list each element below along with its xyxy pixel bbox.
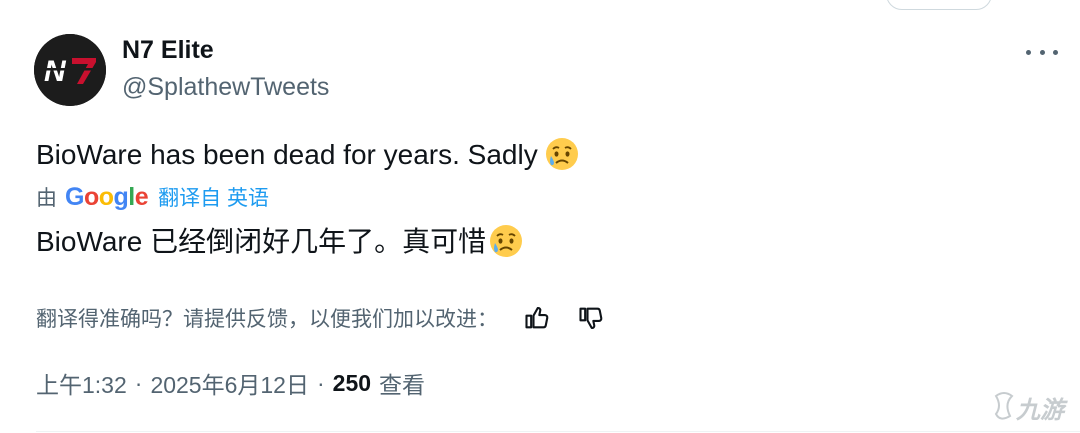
- sad-relieved-face-icon: [545, 138, 578, 170]
- meta-separator: ·: [316, 369, 325, 396]
- watermark: 九游: [990, 388, 1076, 428]
- watermark-text: 九游: [1015, 396, 1068, 424]
- tweet-date[interactable]: 2025年6月12日: [150, 366, 309, 400]
- google-logo: Google: [65, 182, 149, 211]
- translated-text-content: BioWare 已经倒闭好几年了。真可惜: [36, 226, 487, 257]
- tweet-time[interactable]: 上午1:32: [36, 366, 127, 400]
- n7-logo-icon: N: [34, 34, 106, 106]
- thumbs-up-icon: [525, 307, 549, 329]
- display-name[interactable]: N7 Elite: [122, 36, 214, 65]
- thumbs-down-icon: [579, 307, 603, 329]
- more-dot: [1026, 49, 1031, 55]
- tweet-meta: 上午1:32 · 2025年6月12日 · 250 查看: [36, 366, 425, 400]
- more-dot: [1039, 49, 1045, 55]
- thumbs-down-button[interactable]: [576, 303, 606, 333]
- views-count: 250: [332, 369, 372, 396]
- meta-separator: ·: [134, 369, 143, 396]
- translated-from-link[interactable]: 翻译自 英语: [158, 182, 269, 212]
- feedback-prompt: 翻译得准确吗？请提供反馈，以便我们加以改进：: [36, 308, 498, 331]
- tweet-text: BioWare has been dead for years. Sadly: [36, 136, 580, 172]
- user-handle[interactable]: @SplathewTweets: [122, 73, 329, 102]
- sad-relieved-face-icon: [490, 225, 523, 257]
- tweet-text-content: BioWare has been dead for years. Sadly: [36, 139, 538, 170]
- translated-by-label: 由: [36, 187, 57, 210]
- avatar[interactable]: N: [34, 34, 106, 106]
- top-pill-button[interactable]: [886, 0, 992, 10]
- jiuyou-logo-icon: 九游: [994, 392, 1068, 424]
- views-label: 查看: [379, 372, 426, 398]
- svg-text:N: N: [44, 55, 67, 88]
- more-dot: [1053, 49, 1058, 55]
- divider: [36, 431, 1080, 432]
- translated-text: BioWare 已经倒闭好几年了。真可惜: [36, 220, 524, 260]
- more-options-button[interactable]: [1026, 42, 1058, 62]
- translation-attribution: 由 Google 翻译自 英语: [36, 182, 269, 212]
- thumbs-up-button[interactable]: [522, 303, 552, 333]
- translation-feedback: 翻译得准确吗？请提供反馈，以便我们加以改进：: [36, 300, 606, 336]
